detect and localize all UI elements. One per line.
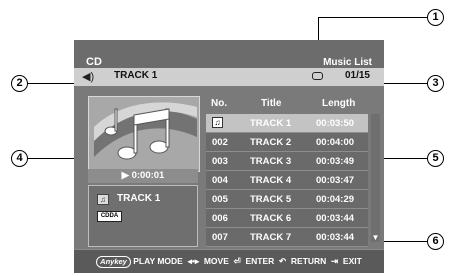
track-row[interactable]: 002 TRACK 2 00:04:00 <box>206 133 368 152</box>
track-title: TRACK 4 <box>250 175 292 186</box>
track-title: TRACK 3 <box>250 156 292 167</box>
repeat-icon[interactable] <box>312 72 323 80</box>
callout-3: 3 <box>427 75 444 92</box>
return-label: RETURN <box>290 256 327 266</box>
elapsed-time: ▶ 0:00:01 <box>88 169 198 183</box>
track-number: 004 <box>212 175 228 186</box>
mode-label: CD <box>86 56 102 68</box>
track-row[interactable]: 003 TRACK 3 00:03:49 <box>206 152 368 171</box>
track-length: 00:03:50 <box>316 118 355 129</box>
play-mode-label: PLAY MODE <box>133 256 183 266</box>
track-counter: 01/15 <box>344 70 370 81</box>
column-header-title: Title <box>261 98 282 109</box>
info-track-title: TRACK 1 <box>117 193 161 204</box>
enter-label: ENTER <box>245 256 275 266</box>
track-row[interactable]: 006 TRACK 6 00:03:44 <box>206 209 368 228</box>
scroll-down-icon[interactable]: ▼ <box>371 233 380 242</box>
track-title: TRACK 1 <box>250 118 292 129</box>
music-note-art-icon <box>94 102 197 160</box>
exit-icon: ⇥ <box>328 256 341 266</box>
track-length: 00:03:47 <box>316 175 355 186</box>
track-number: 002 <box>212 137 228 148</box>
anykey-badge: Anykey <box>96 256 131 268</box>
album-art <box>88 96 200 172</box>
track-title: TRACK 7 <box>250 232 292 243</box>
callout-1: 1 <box>427 9 444 26</box>
control-guide: Anykey PLAY MODE ◂•▸ MOVE ⏎ ENTER ↶ RETU… <box>74 256 384 268</box>
callout-6-leader <box>382 241 427 243</box>
list-scrollbar[interactable]: ▼ <box>371 114 380 242</box>
track-length: 00:03:44 <box>316 213 355 224</box>
track-length: 00:03:44 <box>316 232 355 243</box>
track-number: 006 <box>212 213 228 224</box>
move-label: MOVE <box>203 256 229 266</box>
track-length: 00:04:00 <box>316 137 355 148</box>
callout-4: 4 <box>11 150 28 167</box>
return-icon: ↶ <box>276 256 289 266</box>
track-list: ♫ TRACK 1 00:03:50 002 TRACK 2 00:04:00 … <box>206 114 368 247</box>
format-badge: CDDA <box>97 211 122 222</box>
now-playing-bar: ◀) TRACK 1 01/15 <box>74 68 384 86</box>
callout-6: 6 <box>427 233 444 250</box>
column-header-length: Length <box>322 98 356 109</box>
track-row[interactable]: ♫ TRACK 1 00:03:50 <box>206 114 368 133</box>
track-info-panel: ♫ TRACK 1 CDDA <box>88 185 198 247</box>
callout-2: 2 <box>11 75 28 92</box>
track-title: TRACK 6 <box>250 213 292 224</box>
control-guide-bar: Anykey PLAY MODE ◂•▸ MOVE ⏎ ENTER ↶ RETU… <box>74 249 384 273</box>
track-number: 007 <box>212 232 228 243</box>
enter-icon: ⏎ <box>231 256 244 266</box>
track-title: TRACK 2 <box>250 137 292 148</box>
move-arrows-icon: ◂•▸ <box>185 256 202 266</box>
track-number: 003 <box>212 156 228 167</box>
callout-3-leader <box>377 83 427 85</box>
view-title: Music List <box>323 57 372 68</box>
column-header-no: No. <box>211 98 228 109</box>
track-row[interactable]: 007 TRACK 7 00:03:44 <box>206 228 368 247</box>
music-file-icon: ♫ <box>97 194 109 205</box>
playing-note-icon: ♫ <box>212 117 223 128</box>
track-row[interactable]: 005 TRACK 5 00:04:29 <box>206 190 368 209</box>
callout-1-leader <box>318 17 427 19</box>
track-title: TRACK 5 <box>250 194 292 205</box>
callout-5: 5 <box>427 150 444 167</box>
track-row[interactable]: 004 TRACK 4 00:03:47 <box>206 171 368 190</box>
music-list-screen: CD Music List ◀) TRACK 1 01/15 ▶ 0:00:01… <box>74 40 384 273</box>
track-length: 00:03:49 <box>316 156 355 167</box>
track-number: 005 <box>212 194 228 205</box>
speaker-icon: ◀) <box>82 71 95 83</box>
exit-label: EXIT <box>342 256 362 266</box>
track-length: 00:04:29 <box>316 194 355 205</box>
current-track-title: TRACK 1 <box>114 70 158 81</box>
